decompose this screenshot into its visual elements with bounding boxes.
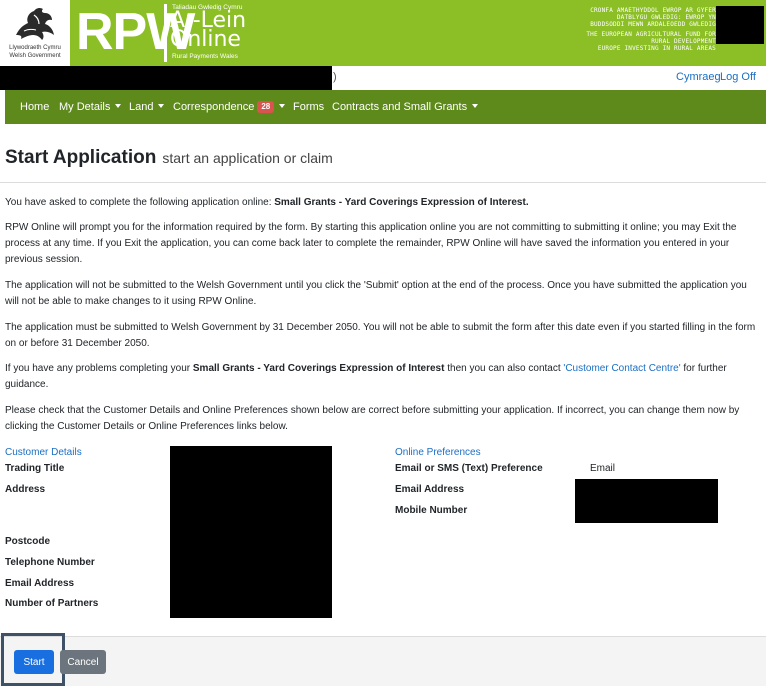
caret-down-icon (279, 104, 286, 108)
info-paragraph-help: If you have any problems completing your… (5, 361, 761, 393)
caret-down-icon (472, 104, 479, 108)
nav-item-contracts-small-grants[interactable]: Contracts and Small Grants (332, 101, 479, 113)
page-subtitle: start an application or claim (162, 150, 333, 166)
preferences-redacted (575, 479, 718, 523)
unread-count-badge: 28 (257, 101, 275, 113)
customer-contact-centre-link[interactable]: 'Customer Contact Centre' (563, 363, 680, 374)
info-paragraph-prompt: RPW Online will prompt you for the infor… (5, 222, 737, 265)
nav-item-label: My Details (59, 101, 111, 113)
nav-item-label: Forms (293, 101, 325, 113)
gov-name-english: Welsh Government (9, 53, 61, 59)
contact-preference-value: Email (590, 463, 616, 474)
eu-line: DATBLYGU GWLEDIG: EWROP YN (616, 14, 716, 21)
page-title-main: Start Application (5, 147, 157, 168)
language-toggle-link[interactable]: Cymraeg (676, 71, 721, 83)
title-divider (0, 182, 766, 183)
info-paragraph-check: Please check that the Customer Details a… (5, 405, 740, 432)
brand-divider (164, 4, 167, 62)
nav-item-label: Contracts and Small Grants (332, 101, 468, 113)
start-button[interactable]: Start (14, 650, 54, 674)
nav-item-label: Correspondence (173, 101, 255, 113)
nav-item-land[interactable]: Land (129, 101, 165, 113)
caret-down-icon (158, 104, 165, 108)
brand-online: Online (170, 27, 241, 52)
help-text: If you have any problems completing your (5, 363, 193, 374)
address-label: Address (5, 484, 46, 495)
customer-details-redacted (170, 446, 332, 618)
eu-line: EUROPE INVESTING IN RURAL AREAS (597, 45, 716, 52)
nav-item-my-details[interactable]: My Details (59, 101, 122, 113)
welsh-government-logo[interactable]: Llywodraeth Cymru Welsh Government (0, 0, 70, 66)
eu-line: CRONFA AMAETHYDDOL EWROP AR GYFER (590, 7, 716, 14)
intro-text: You have asked to complete the following… (5, 197, 275, 208)
cancel-button[interactable]: Cancel (60, 650, 106, 674)
nav-item-label: Land (129, 101, 154, 113)
nav-item-forms[interactable]: Forms (293, 101, 324, 113)
nav-item-home[interactable]: Home (20, 101, 49, 113)
postcode-label: Postcode (5, 536, 51, 547)
pref-email-label: Email Address (395, 484, 465, 495)
utility-bar: ) Cymraeg Log Off (0, 66, 766, 90)
site-header: Llywodraeth Cymru Welsh Government RPW T… (0, 0, 766, 66)
user-id-suffix: ) (333, 71, 337, 83)
form-actions-bar (0, 636, 766, 686)
mobile-label: Mobile Number (395, 505, 468, 516)
eu-line: THE EUROPEAN AGRICULTURAL FUND FOR (586, 31, 716, 38)
eu-flag-logo-redacted (716, 6, 764, 44)
main-nav: Home My Details Land Correspondence 28 Fo… (5, 90, 766, 124)
eu-line: RURAL DEVELOPMENT (651, 38, 716, 45)
user-name-redacted (0, 66, 332, 90)
gov-name-welsh: Llywodraeth Cymru (9, 45, 61, 51)
form-name: Small Grants - Yard Coverings Expression… (274, 197, 529, 208)
help-text: then you can also contact (444, 363, 564, 374)
contact-preference-label: Email or SMS (Text) Preference (395, 463, 543, 474)
info-paragraph-deadline: The application must be submitted to Wel… (5, 322, 756, 349)
page-title: Start Application start an application o… (5, 147, 333, 169)
email-label: Email Address (5, 578, 75, 589)
eu-line: BUDDSODDI MEWN ARDALEOEDD GWLEDIG (590, 21, 716, 28)
customer-details-link[interactable]: Customer Details (5, 447, 82, 458)
online-preferences-link[interactable]: Online Preferences (395, 447, 481, 458)
trading-title-label: Trading Title (5, 463, 65, 474)
intro-paragraph: You have asked to complete the following… (5, 195, 761, 211)
dragon-icon (16, 7, 54, 41)
eu-funding-text: CRONFA AMAETHYDDOL EWROP AR GYFER DATBLY… (486, 7, 716, 52)
partners-label: Number of Partners (5, 598, 99, 609)
telephone-label: Telephone Number (5, 557, 95, 568)
nav-item-correspondence[interactable]: Correspondence 28 (173, 101, 286, 113)
caret-down-icon (115, 104, 122, 108)
form-name: Small Grants - Yard Coverings Expression… (192, 363, 445, 374)
info-paragraph-submit: The application will not be submitted to… (5, 280, 747, 307)
brand-english-tagline: Rural Payments Wales (172, 53, 238, 60)
nav-item-label: Home (20, 101, 50, 113)
log-off-link[interactable]: Log Off (720, 71, 756, 83)
